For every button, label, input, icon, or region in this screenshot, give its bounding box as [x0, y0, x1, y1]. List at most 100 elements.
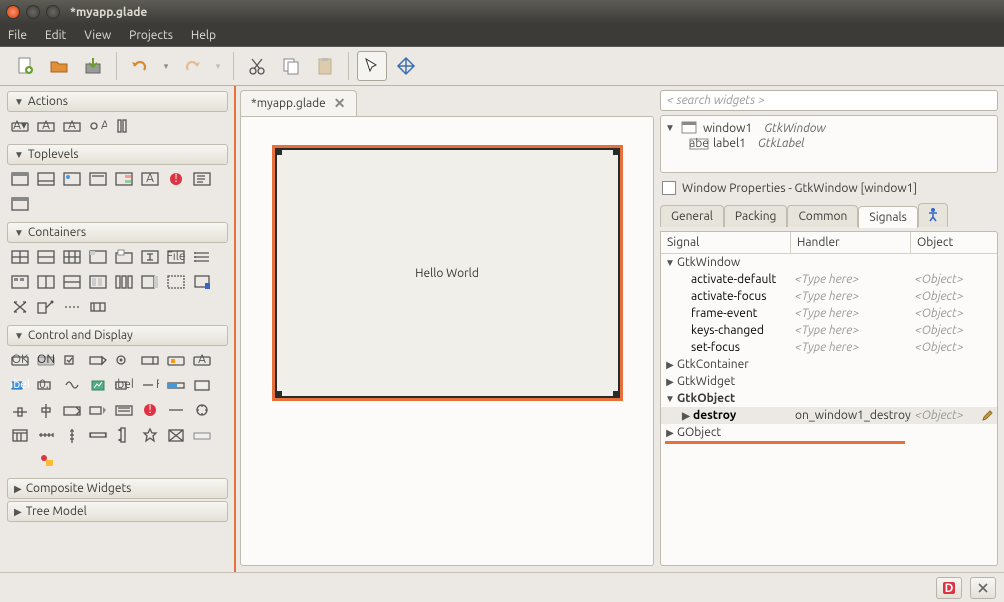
palette-item[interactable]	[60, 271, 84, 293]
menu-view[interactable]: View	[84, 29, 111, 42]
palette-item[interactable]	[60, 424, 84, 446]
tree-row-window1[interactable]: ▼ window1 GtkWindow	[663, 120, 995, 136]
signal-row[interactable]: activate-default<Type here><Object>	[661, 271, 997, 288]
menu-file[interactable]: File	[8, 29, 27, 42]
gtk-label-preview[interactable]: Hello World	[415, 267, 479, 280]
palette-item[interactable]	[8, 271, 32, 293]
palette-item[interactable]	[112, 115, 136, 137]
palette-item[interactable]: A	[86, 115, 110, 137]
palette-cat-control[interactable]: ▼Control and Display	[7, 325, 228, 346]
palette-item[interactable]: ON	[34, 349, 58, 371]
palette-item[interactable]	[164, 374, 188, 396]
edit-icon[interactable]	[981, 410, 993, 422]
tree-row-label1[interactable]: label label1 GtkLabel	[663, 136, 995, 151]
copy-button[interactable]	[276, 51, 306, 81]
palette-item[interactable]: OK	[8, 349, 32, 371]
resize-handle[interactable]	[613, 148, 620, 155]
widget-tree[interactable]: ▼ window1 GtkWindow label label1 GtkLabe…	[660, 115, 998, 173]
palette-item[interactable]	[34, 271, 58, 293]
signal-row[interactable]: set-focus<Type here><Object>	[661, 339, 997, 356]
drag-resize-tool[interactable]	[391, 51, 421, 81]
paste-button[interactable]	[310, 51, 340, 81]
menu-projects[interactable]: Projects	[129, 29, 173, 42]
palette-item[interactable]: A	[60, 115, 84, 137]
palette-item[interactable]	[138, 424, 162, 446]
tab-a11y[interactable]	[918, 203, 948, 227]
palette-item[interactable]	[190, 399, 214, 421]
palette-item[interactable]	[86, 374, 110, 396]
palette-item[interactable]	[8, 246, 32, 268]
palette-cat-containers[interactable]: ▼Containers	[7, 222, 228, 243]
redo-dropdown[interactable]: ▾	[211, 61, 225, 72]
palette-item[interactable]: A	[138, 168, 162, 190]
signal-row[interactable]: activate-focus<Type here><Object>	[661, 288, 997, 305]
palette-item[interactable]	[34, 296, 58, 318]
palette-item[interactable]	[60, 374, 84, 396]
tab-packing[interactable]: Packing	[724, 205, 788, 227]
palette-item[interactable]	[8, 399, 32, 421]
palette-item[interactable]	[190, 246, 214, 268]
palette-item[interactable]	[86, 399, 110, 421]
palette-item[interactable]	[86, 349, 110, 371]
undo-dropdown[interactable]: ▾	[159, 61, 173, 72]
palette-item[interactable]	[138, 246, 162, 268]
palette-item[interactable]	[86, 424, 110, 446]
palette-item[interactable]	[60, 168, 84, 190]
palette-item[interactable]	[190, 424, 214, 446]
palette-item[interactable]: A	[34, 115, 58, 137]
palette-item[interactable]	[8, 193, 32, 215]
resize-handle[interactable]	[275, 148, 282, 155]
tab-general[interactable]: General	[660, 205, 724, 227]
palette-item[interactable]	[60, 246, 84, 268]
palette-item[interactable]	[164, 349, 188, 371]
palette-item[interactable]	[164, 424, 188, 446]
palette-item[interactable]	[34, 399, 58, 421]
palette-cat-composite[interactable]: ▶Composite Widgets	[7, 478, 228, 499]
palette-item[interactable]	[34, 246, 58, 268]
tab-common[interactable]: Common	[787, 205, 858, 227]
cut-button[interactable]	[242, 51, 272, 81]
palette-item[interactable]	[112, 399, 136, 421]
palette-item[interactable]	[190, 168, 214, 190]
signal-row[interactable]: frame-event<Type here><Object>	[661, 305, 997, 322]
search-widgets-input[interactable]: < search widgets >	[660, 90, 998, 111]
signal-group-gtkwidget[interactable]: ▶GtkWidget	[661, 373, 997, 390]
resize-handle[interactable]	[275, 391, 282, 398]
palette-item[interactable]	[86, 296, 110, 318]
palette-cat-treemodel[interactable]: ▶Tree Model	[7, 501, 228, 522]
open-button[interactable]	[44, 51, 74, 81]
tab-signals[interactable]: Signals	[858, 206, 917, 228]
palette-item[interactable]	[34, 424, 58, 446]
tab-close-icon[interactable]: ✕	[334, 95, 346, 112]
selector-tool[interactable]	[357, 51, 387, 81]
palette-item[interactable]: !	[138, 399, 162, 421]
redo-button[interactable]	[177, 51, 207, 81]
palette-item[interactable]	[138, 349, 162, 371]
undo-button[interactable]	[125, 51, 155, 81]
palette-item[interactable]	[190, 271, 214, 293]
palette-item[interactable]	[34, 168, 58, 190]
palette-item[interactable]	[60, 399, 84, 421]
palette-item[interactable]: 0.	[34, 374, 58, 396]
palette-item[interactable]	[8, 449, 32, 471]
palette-item[interactable]	[60, 349, 84, 371]
palette-item[interactable]	[164, 399, 188, 421]
palette-item[interactable]	[8, 168, 32, 190]
palette-item[interactable]: File	[164, 246, 188, 268]
palette-item[interactable]: !	[164, 168, 188, 190]
signal-group-gtkcontainer[interactable]: ▶GtkContainer	[661, 356, 997, 373]
signal-group-gtkobject[interactable]: ▼GtkObject	[661, 390, 997, 407]
palette-item[interactable]: label	[8, 374, 32, 396]
palette-item[interactable]	[112, 349, 136, 371]
palette-item[interactable]	[86, 168, 110, 190]
maximize-button[interactable]	[46, 5, 60, 19]
palette-cat-toplevels[interactable]: ▼Toplevels	[7, 144, 228, 165]
palette-item[interactable]	[112, 271, 136, 293]
new-button[interactable]	[10, 51, 40, 81]
palette-item[interactable]	[8, 296, 32, 318]
palette-item[interactable]	[34, 449, 58, 471]
palette-item[interactable]	[190, 374, 214, 396]
signal-group-gtkwindow[interactable]: ▼GtkWindow	[661, 254, 997, 271]
palette-item[interactable]	[8, 424, 32, 446]
palette-item[interactable]	[112, 246, 136, 268]
